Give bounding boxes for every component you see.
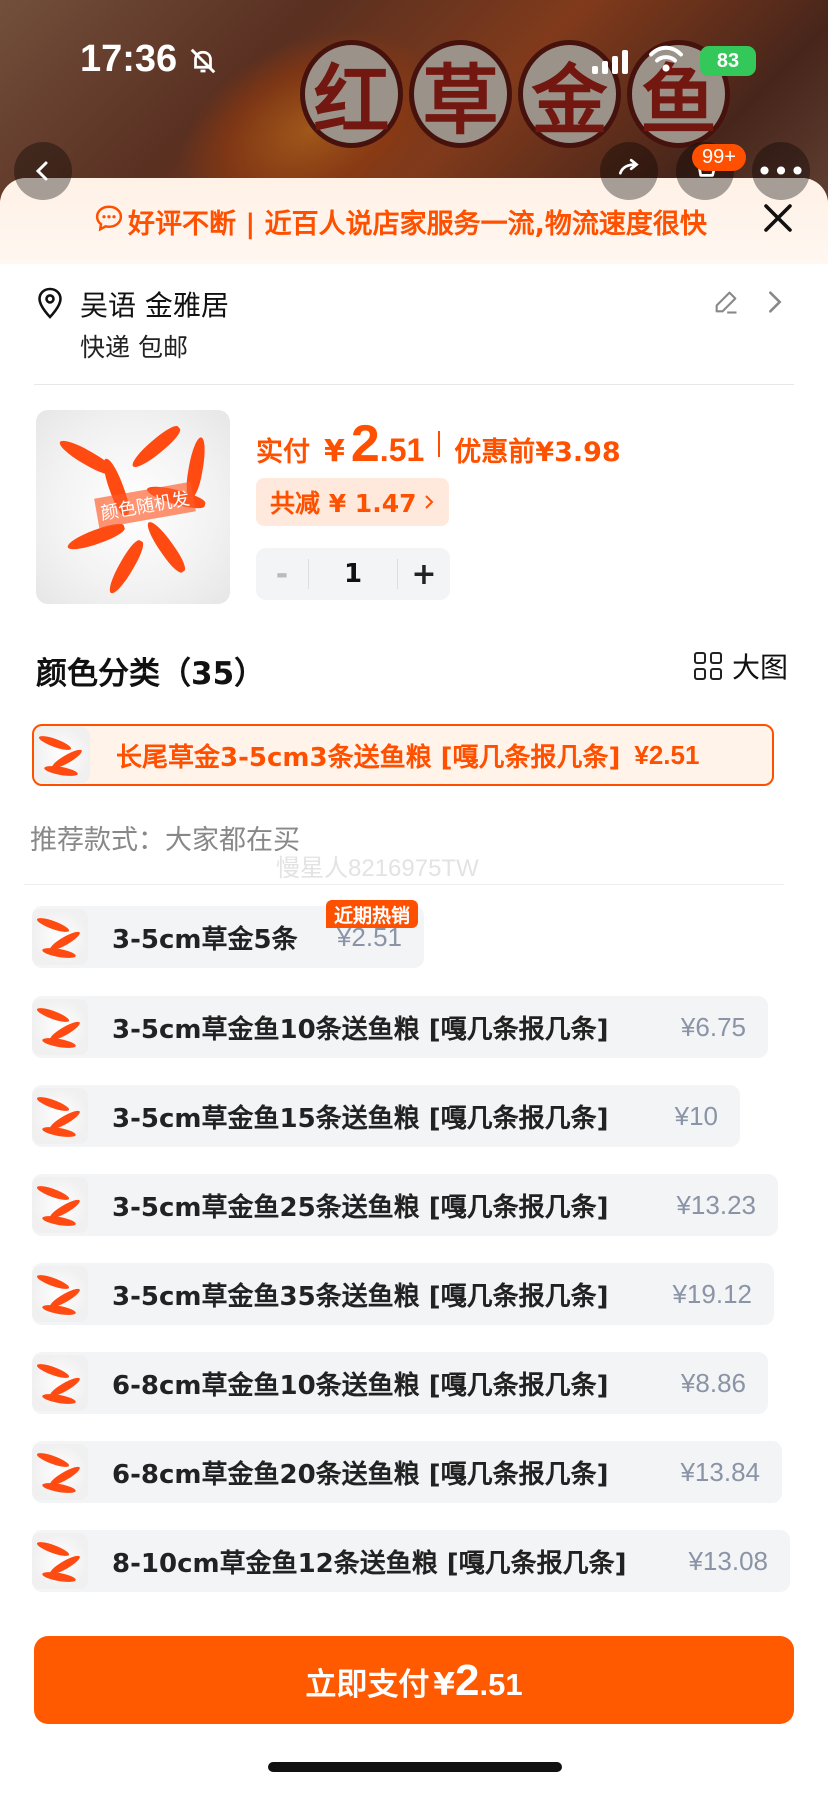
shipping-method: 快递 包邮 xyxy=(80,333,188,362)
big-image-label: 大图 xyxy=(732,651,789,684)
sku-option-price: ¥13.08 xyxy=(688,1545,768,1576)
discount-text: 共减 ¥ 1.47 xyxy=(270,489,417,518)
wifi-icon xyxy=(649,45,683,72)
currency-symbol: ¥ xyxy=(324,434,345,469)
cart-count-badge: 99+ xyxy=(692,144,746,171)
sku-thumbnail xyxy=(32,1088,88,1144)
divider xyxy=(24,884,784,885)
price-integer: 2 xyxy=(350,415,380,473)
original-price: ¥3.98 xyxy=(535,437,621,468)
shipping-address-row[interactable]: 吴语 金雅居 快递 包邮 xyxy=(0,264,828,384)
paid-label: 实付 xyxy=(256,437,310,468)
sku-thumbnail xyxy=(32,909,88,965)
sku-option[interactable]: 3-5cm草金鱼15条送鱼粮 [嘎几条报几条] ¥10 xyxy=(32,1085,740,1147)
pay-now-button[interactable]: 立即支付 ¥ 2 .51 xyxy=(34,1636,794,1724)
sku-option[interactable]: 3-5cm草金鱼25条送鱼粮 [嘎几条报几条] ¥13.23 xyxy=(32,1174,778,1236)
sku-option[interactable]: 8-10cm草金鱼12条送鱼粮 [嘎几条报几条] ¥13.08 xyxy=(32,1530,790,1592)
edit-pencil-icon[interactable] xyxy=(712,288,740,316)
pay-amount-decimal: .51 xyxy=(479,1667,523,1702)
sku-option-label: 3-5cm草金鱼25条送鱼粮 [嘎几条报几条] xyxy=(112,1192,609,1223)
sku-option-price: ¥13.84 xyxy=(680,1456,760,1487)
price-separator xyxy=(438,431,441,457)
sku-thumbnail xyxy=(32,1444,88,1500)
back-button[interactable] xyxy=(14,142,72,200)
sku-thumbnail xyxy=(32,999,88,1055)
sku-option-label: 6-8cm草金鱼20条送鱼粮 [嘎几条报几条] xyxy=(112,1459,609,1490)
sku-option-label: 8-10cm草金鱼12条送鱼粮 [嘎几条报几条] xyxy=(112,1548,627,1579)
watermark-text: 慢星人8216975TW xyxy=(276,855,479,882)
sku-option-price: ¥19.12 xyxy=(672,1278,752,1309)
sku-thumbnail xyxy=(32,1533,88,1589)
sku-option-label: 3-5cm草金鱼10条送鱼粮 [嘎几条报几条] xyxy=(112,1014,609,1045)
sku-option[interactable]: 3-5cm草金鱼35条送鱼粮 [嘎几条报几条] ¥19.12 xyxy=(32,1263,774,1325)
recommended-heading: 推荐款式：大家都在买 xyxy=(30,825,300,856)
chevron-right-icon xyxy=(424,495,433,509)
sku-option-price: ¥13.23 xyxy=(676,1189,756,1220)
sku-option[interactable]: 3-5cm草金鱼10条送鱼粮 [嘎几条报几条] ¥6.75 xyxy=(32,996,768,1058)
big-image-toggle[interactable]: 大图 xyxy=(694,646,788,686)
more-button[interactable]: ••• xyxy=(752,142,810,200)
decrease-quantity-button[interactable]: - xyxy=(256,548,308,600)
share-button[interactable] xyxy=(600,142,658,200)
sku-option[interactable]: 6-8cm草金鱼10条送鱼粮 [嘎几条报几条] ¥8.86 xyxy=(32,1352,768,1414)
sku-option-label: 3-5cm草金鱼35条送鱼粮 [嘎几条报几条] xyxy=(112,1281,609,1312)
sku-option-price: ¥8.86 xyxy=(680,1367,746,1398)
sku-selection-sheet: 好评不断 | 近百人说店家服务一流,物流速度很快 吴语 金雅居 快递 包邮 颜色… xyxy=(0,178,828,1796)
share-icon xyxy=(618,158,639,175)
recipient-name: 吴语 金雅居 xyxy=(80,289,229,322)
increase-quantity-button[interactable]: + xyxy=(398,548,450,600)
status-bar: 17:36 83 xyxy=(0,0,828,120)
home-indicator xyxy=(268,1762,562,1772)
discount-detail-chip[interactable]: 共减 ¥ 1.47 xyxy=(256,478,449,526)
pay-now-label: 立即支付 xyxy=(305,1667,430,1703)
more-dots-icon: ••• xyxy=(756,154,806,188)
color-category-heading: 颜色分类（35） xyxy=(36,656,266,692)
bell-slash-icon xyxy=(190,48,216,74)
divider xyxy=(34,384,794,385)
sku-option-label: 3-5cm草金5条 xyxy=(112,924,298,955)
pay-amount-integer: 2 xyxy=(454,1656,480,1705)
sku-thumbnail xyxy=(34,727,90,783)
price-summary: 实付 ¥ 2 .51 优惠前 ¥3.98 xyxy=(256,414,621,474)
chat-bubble-icon xyxy=(95,205,123,232)
sku-thumbnail xyxy=(32,1355,88,1411)
sku-thumbnail xyxy=(32,1177,88,1233)
review-banner-text: 好评不断 | 近百人说店家服务一流,物流速度很快 xyxy=(128,209,707,240)
currency-symbol: ¥ xyxy=(433,1667,455,1703)
close-icon[interactable] xyxy=(760,200,796,236)
sku-option[interactable]: 6-8cm草金鱼20条送鱼粮 [嘎几条报几条] ¥13.84 xyxy=(32,1441,782,1503)
selected-sku-option[interactable]: 长尾草金3-5cm3条送鱼粮 [嘎几条报几条] ¥2.51 xyxy=(32,724,774,786)
cellular-signal-icon xyxy=(592,48,628,74)
battery-indicator: 83 xyxy=(700,46,756,76)
sku-thumbnail xyxy=(32,1266,88,1322)
grid-icon xyxy=(694,652,722,680)
quantity-value[interactable]: 1 xyxy=(308,559,398,589)
selected-sku-label: 长尾草金3-5cm3条送鱼粮 [嘎几条报几条] xyxy=(116,742,621,773)
location-pin-icon xyxy=(38,287,62,319)
chevron-right-icon[interactable] xyxy=(765,288,785,316)
selected-sku-price: ¥2.51 xyxy=(634,739,700,770)
status-time: 17:36 xyxy=(80,38,178,80)
hot-selling-badge: 近期热销 xyxy=(326,900,419,928)
sku-option-price: ¥6.75 xyxy=(680,1011,746,1042)
sku-option-label: 3-5cm草金鱼15条送鱼粮 [嘎几条报几条] xyxy=(112,1103,609,1134)
product-thumbnail[interactable]: 颜色随机发 xyxy=(36,410,230,604)
sku-option-price: ¥10 xyxy=(674,1100,718,1131)
price-decimal: .51 xyxy=(379,432,425,468)
sku-option-label: 6-8cm草金鱼10条送鱼粮 [嘎几条报几条] xyxy=(112,1370,609,1401)
original-price-label: 优惠前 xyxy=(454,437,536,468)
chevron-left-icon xyxy=(35,161,48,181)
quantity-stepper: - 1 + xyxy=(256,548,450,600)
